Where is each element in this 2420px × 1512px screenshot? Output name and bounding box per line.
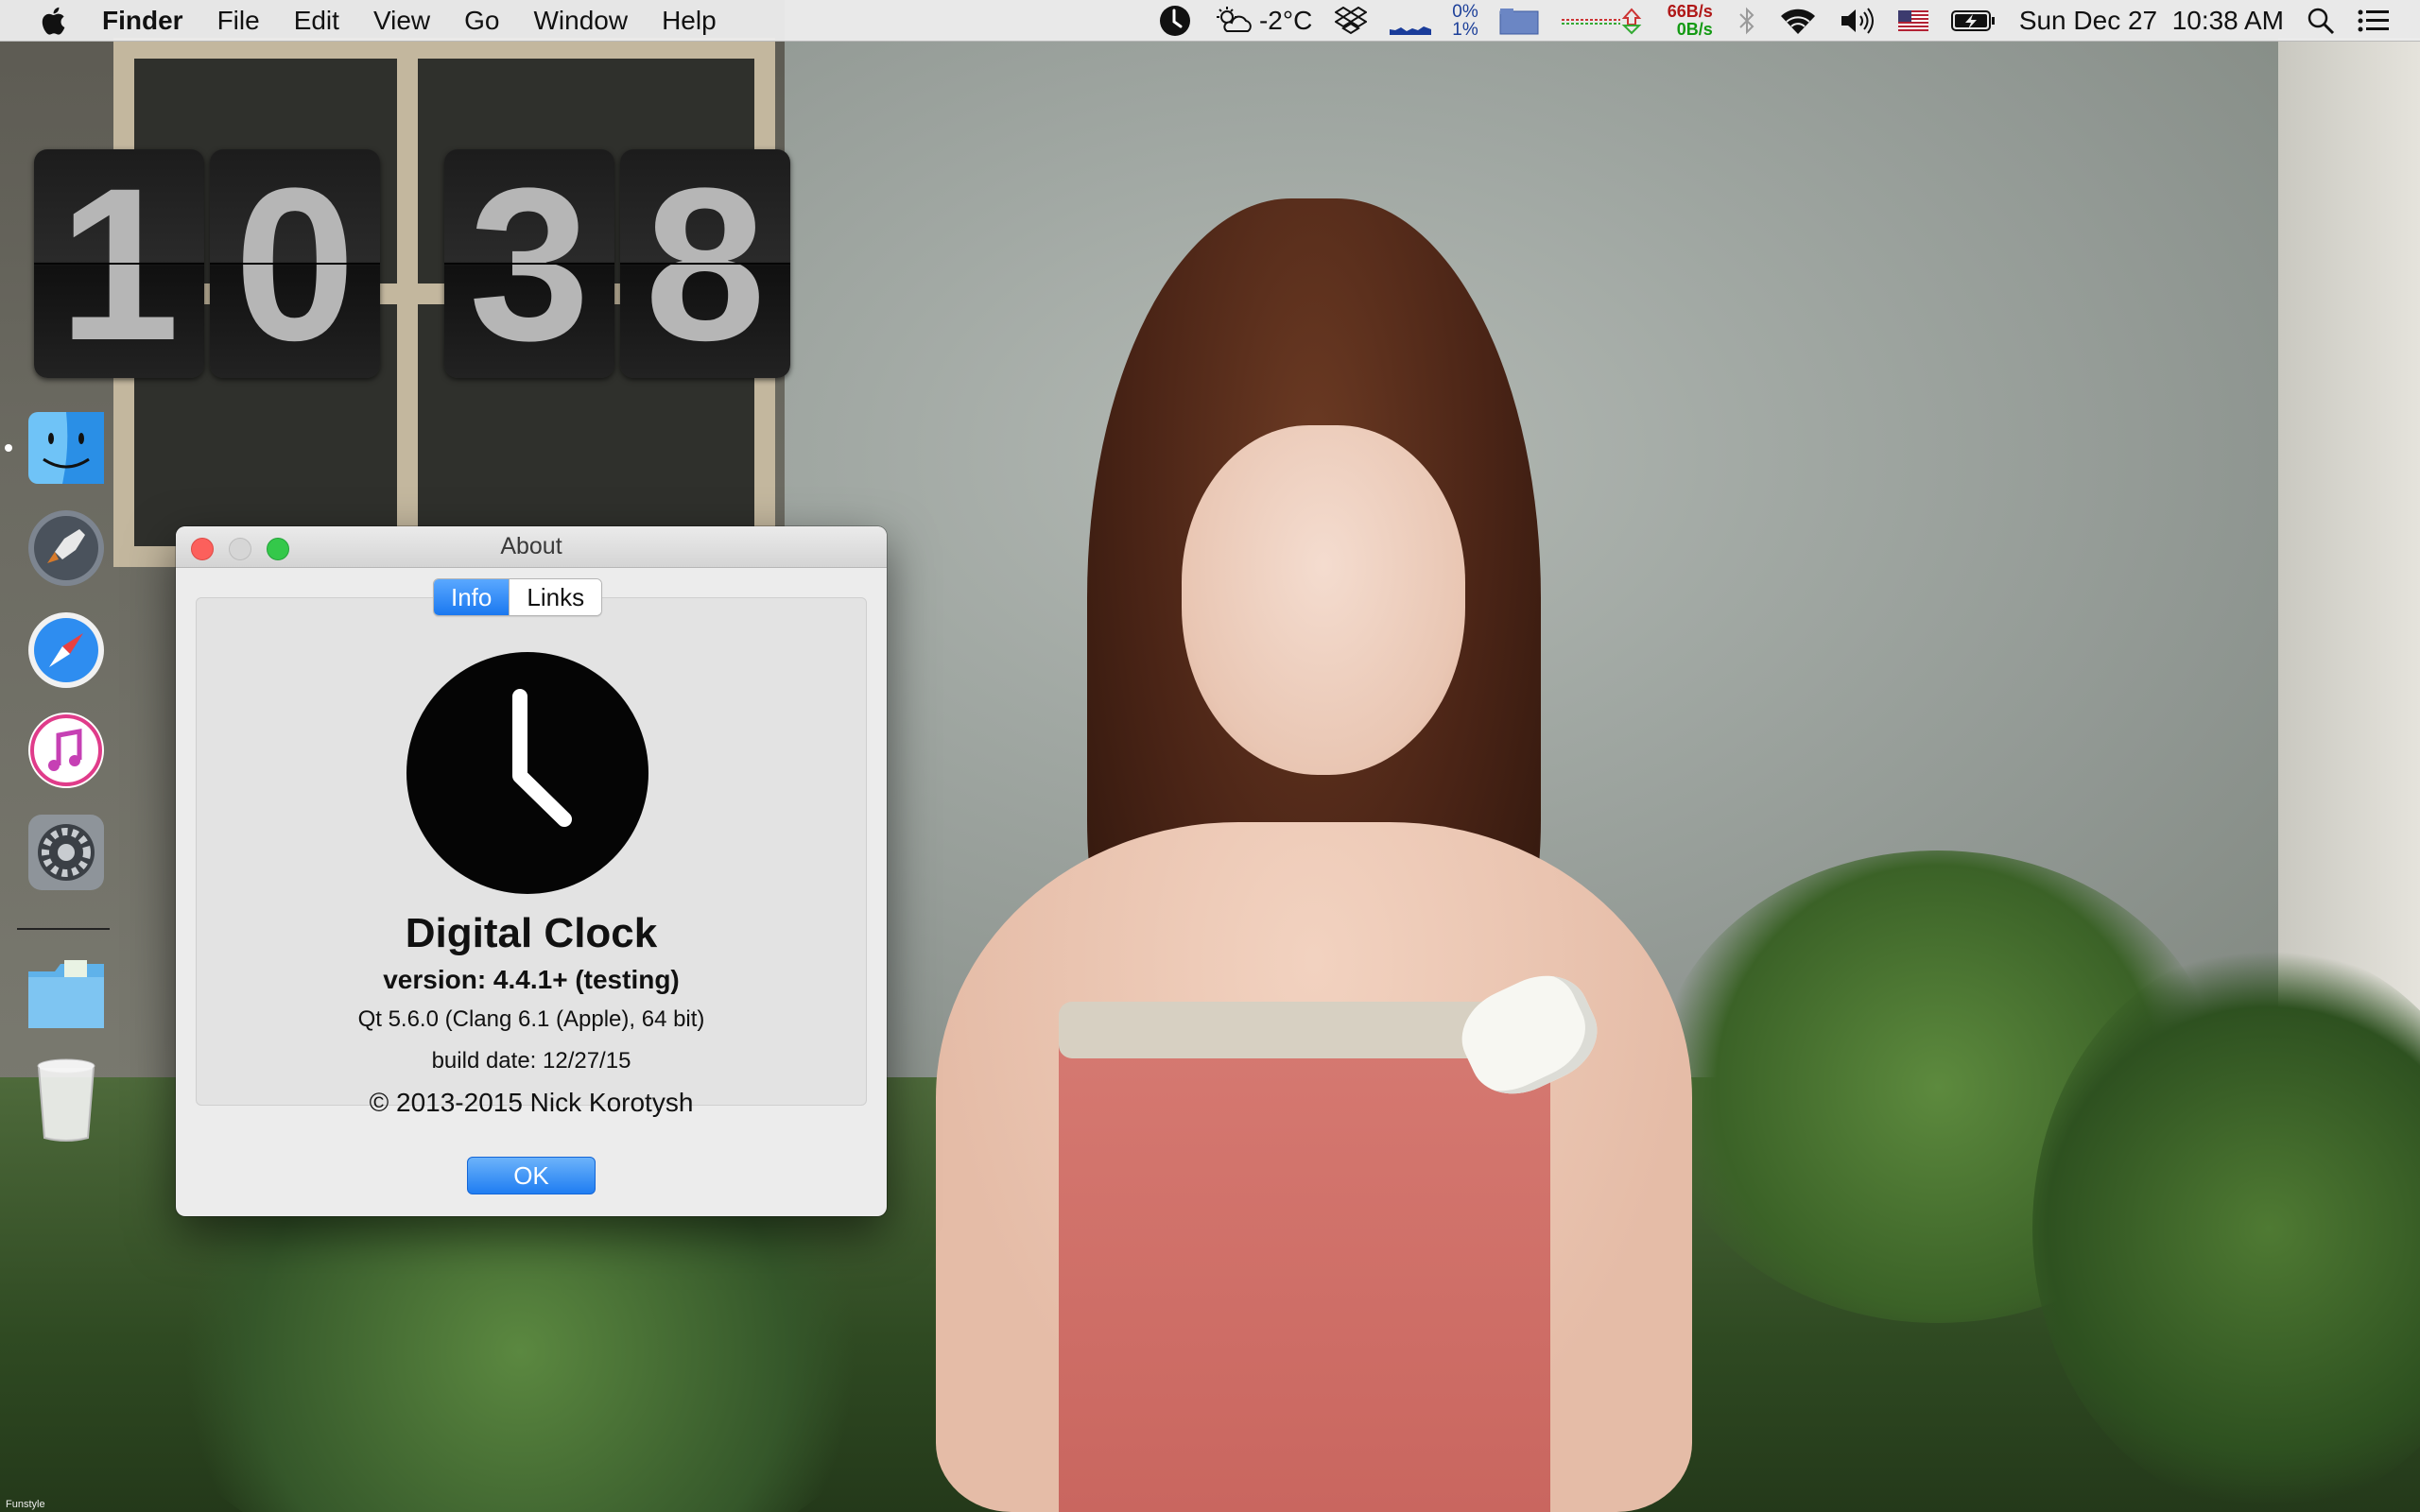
itunes-icon[interactable]: [23, 707, 110, 794]
flip-clock-hour-ones: 0: [210, 149, 380, 378]
us-flag-input-icon[interactable]: [1897, 0, 1928, 42]
volume-icon[interactable]: [1840, 0, 1876, 42]
finder-icon[interactable]: [23, 404, 110, 491]
menu-bar: Finder File Edit View Go Window Help -2°…: [0, 0, 2420, 42]
info-panel: Digital Clock version: 4.4.1+ (testing) …: [196, 597, 867, 1117]
battery-charging-icon[interactable]: [1950, 0, 1996, 42]
weather-partly-cloudy-icon[interactable]: [1214, 0, 1255, 42]
about-tab-bar: Info Links: [433, 578, 603, 616]
about-dialog: About Info Links Digital Clock version: …: [176, 526, 887, 1216]
menu-clock[interactable]: Sun Dec 27 10:38 AM: [2019, 6, 2284, 36]
close-window-button[interactable]: [191, 538, 214, 560]
bluetooth-icon[interactable]: [1737, 0, 1756, 42]
network-graph-icon[interactable]: [1561, 0, 1643, 42]
digital-clock-status-icon[interactable]: [1159, 0, 1191, 42]
wifi-icon[interactable]: [1779, 0, 1817, 42]
minimize-window-button[interactable]: [229, 538, 251, 560]
cpu-usage-meter[interactable]: 0% 1%: [1452, 3, 1478, 39]
cpu-usage-top: 0%: [1452, 2, 1478, 22]
about-titlebar[interactable]: About: [176, 526, 887, 568]
flip-clock-hour-tens: 1: [34, 149, 204, 378]
build-date: build date: 12/27/15: [431, 1048, 631, 1074]
dock-running-indicator: [5, 444, 12, 452]
wallpaper-pillar: [2278, 38, 2420, 1077]
flip-clock-minute-tens: 3: [444, 149, 614, 378]
wallpaper-watermark: Funstyle: [6, 1499, 45, 1510]
downloads-folder-icon[interactable]: [23, 953, 110, 1040]
app-name: Digital Clock: [405, 910, 658, 956]
cpu-usage-bottom: 1%: [1452, 20, 1478, 40]
menu-help[interactable]: Help: [645, 0, 734, 41]
memory-graph-icon[interactable]: [1390, 0, 1432, 42]
system-preferences-icon[interactable]: [23, 809, 110, 896]
menu-edit[interactable]: Edit: [277, 0, 356, 41]
tab-links[interactable]: Links: [509, 579, 602, 615]
safari-icon[interactable]: [23, 607, 110, 694]
flip-clock-widget[interactable]: 1 0 3 8: [34, 149, 790, 378]
flip-clock-separator: [386, 149, 439, 378]
network-throughput[interactable]: 66B/s 0B/s: [1668, 3, 1713, 39]
dock: [0, 397, 112, 1172]
launchpad-icon[interactable]: [23, 505, 110, 592]
apple-menu-icon[interactable]: [38, 5, 66, 37]
wallpaper-person-dress: [1059, 1011, 1550, 1512]
ok-button[interactable]: OK: [467, 1157, 596, 1194]
menu-view[interactable]: View: [356, 0, 447, 41]
trash-icon[interactable]: [23, 1057, 110, 1143]
dock-separator: [17, 928, 110, 930]
zoom-window-button[interactable]: [267, 538, 289, 560]
tab-info[interactable]: Info: [434, 579, 510, 615]
wallpaper-person-face: [1182, 425, 1465, 775]
menu-app-finder[interactable]: Finder: [102, 0, 200, 41]
network-upload-rate: 66B/s: [1667, 2, 1713, 21]
network-download-rate: 0B/s: [1676, 20, 1713, 39]
window-title: About: [500, 533, 562, 559]
flip-clock-minute-ones: 8: [620, 149, 790, 378]
menu-window[interactable]: Window: [516, 0, 645, 41]
disk-usage-icon[interactable]: [1499, 0, 1539, 42]
notification-center-icon[interactable]: [2358, 0, 2390, 42]
weather-temperature[interactable]: -2°C: [1259, 6, 1312, 36]
spotlight-search-icon[interactable]: [2307, 0, 2335, 42]
dropbox-icon[interactable]: [1335, 0, 1368, 42]
menu-file[interactable]: File: [200, 0, 277, 41]
menu-go[interactable]: Go: [447, 0, 516, 41]
qt-version-info: Qt 5.6.0 (Clang 6.1 (Apple), 64 bit): [357, 1006, 705, 1032]
digital-clock-app-icon: [406, 652, 648, 894]
app-version: version: 4.4.1+ (testing): [383, 965, 680, 994]
copyright-notice: © 2013-2015 Nick Korotysh: [369, 1088, 694, 1117]
